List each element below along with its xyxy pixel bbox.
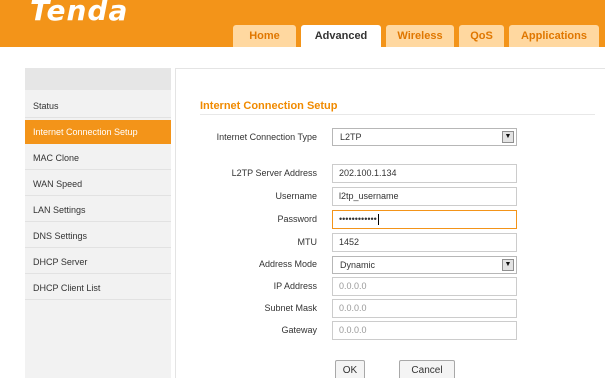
server-address-label: L2TP Server Address xyxy=(231,168,317,178)
password-label: Password xyxy=(277,214,317,224)
dropdown-arrow-icon[interactable]: ▼ xyxy=(502,131,514,143)
sidebar-item-dns-settings[interactable]: DNS Settings xyxy=(25,224,171,248)
sidebar-item-internet-connection-setup[interactable]: Internet Connection Setup xyxy=(25,120,171,144)
tenda-logo: Tenda xyxy=(30,0,129,27)
connection-type-select[interactable]: L2TP ▼ xyxy=(332,128,517,146)
password-input[interactable]: •••••••••••• xyxy=(332,210,517,229)
password-masked-value: •••••••••••• xyxy=(339,214,377,224)
tab-qos[interactable]: QoS xyxy=(459,25,504,47)
sidebar-item-status[interactable]: Status xyxy=(25,94,171,118)
subnet-mask-label: Subnet Mask xyxy=(264,303,317,313)
tab-home[interactable]: Home xyxy=(233,25,296,47)
header-bar: Tenda Home Advanced Wireless QoS Applica… xyxy=(0,0,605,47)
sidebar-item-dhcp-client-list[interactable]: DHCP Client List xyxy=(25,276,171,300)
sidebar-header xyxy=(25,68,171,90)
tab-advanced[interactable]: Advanced xyxy=(301,25,381,47)
address-mode-label: Address Mode xyxy=(258,259,317,269)
main-panel: Internet Connection Setup Internet Conne… xyxy=(175,68,605,378)
page-title: Internet Connection Setup xyxy=(200,100,338,112)
mtu-input[interactable]: 1452 xyxy=(332,233,517,252)
tab-applications[interactable]: Applications xyxy=(509,25,599,47)
ok-button[interactable]: OK xyxy=(335,360,365,378)
sidebar-item-dhcp-server[interactable]: DHCP Server xyxy=(25,250,171,274)
title-divider xyxy=(200,114,595,115)
address-mode-value: Dynamic xyxy=(340,260,376,270)
dropdown-arrow-icon[interactable]: ▼ xyxy=(502,259,514,271)
connection-type-label: Internet Connection Type xyxy=(216,132,317,142)
text-caret xyxy=(377,214,379,226)
ip-address-label: IP Address xyxy=(273,281,317,291)
mtu-label: MTU xyxy=(297,237,318,247)
subnet-mask-input: 0.0.0.0 xyxy=(332,299,517,318)
main-tabs: Home Advanced Wireless QoS Applications xyxy=(233,25,604,47)
sidebar-item-lan-settings[interactable]: LAN Settings xyxy=(25,198,171,222)
sidebar-item-mac-clone[interactable]: MAC Clone xyxy=(25,146,171,170)
username-label: Username xyxy=(275,191,317,201)
gateway-input: 0.0.0.0 xyxy=(332,321,517,340)
ip-address-input: 0.0.0.0 xyxy=(332,277,517,296)
username-input[interactable]: l2tp_username xyxy=(332,187,517,206)
address-mode-select[interactable]: Dynamic ▼ xyxy=(332,256,517,274)
sidebar-item-wan-speed[interactable]: WAN Speed xyxy=(25,172,171,196)
gateway-label: Gateway xyxy=(281,325,317,335)
sidebar: Status Internet Connection Setup MAC Clo… xyxy=(25,68,171,378)
router-admin-page: Tenda Home Advanced Wireless QoS Applica… xyxy=(0,0,605,378)
server-address-input[interactable]: 202.100.1.134 xyxy=(332,164,517,183)
cancel-button[interactable]: Cancel xyxy=(399,360,455,378)
connection-type-value: L2TP xyxy=(340,132,362,142)
tab-wireless[interactable]: Wireless xyxy=(386,25,454,47)
